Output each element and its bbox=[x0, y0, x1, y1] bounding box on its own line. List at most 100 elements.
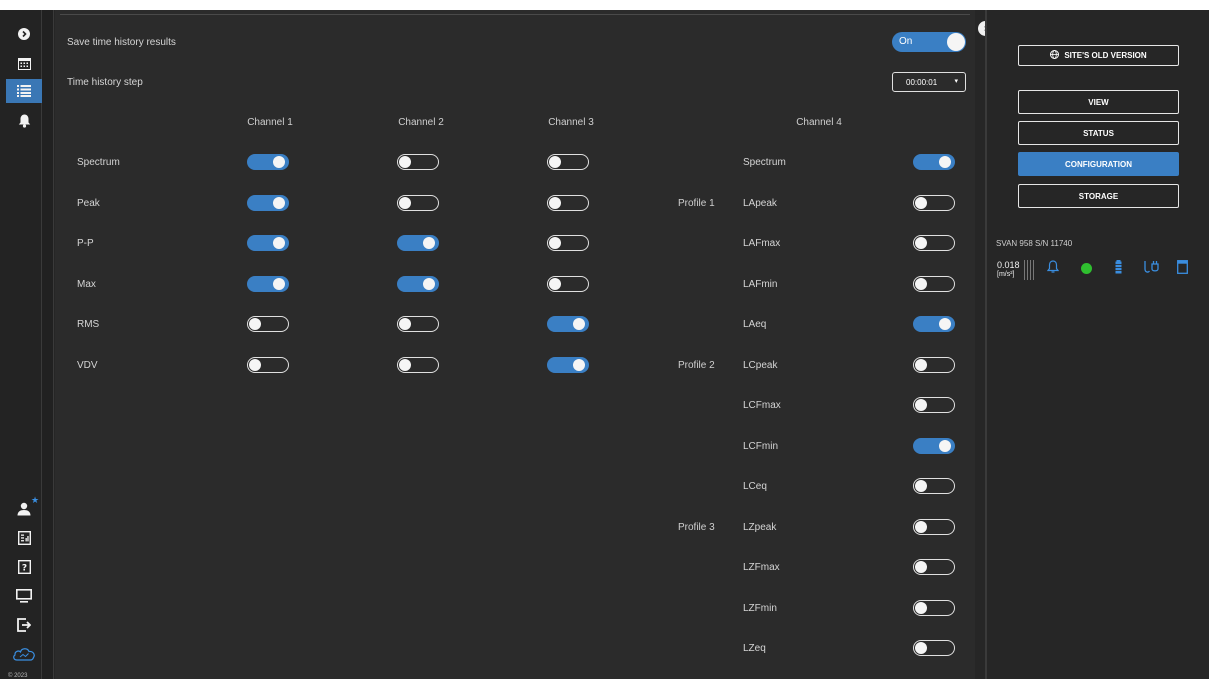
globe-icon bbox=[1050, 50, 1060, 61]
toggle-vdv-channel-2[interactable] bbox=[397, 356, 439, 373]
toggle-rms-channel-1[interactable] bbox=[247, 316, 289, 332]
row-label-p-p: P-P bbox=[77, 238, 94, 249]
history-step-value: 00:00:01 bbox=[906, 78, 938, 87]
nav-view-button[interactable]: VIEW bbox=[1018, 90, 1179, 114]
device-name: SVAN 958 S/N 11740 bbox=[996, 239, 1073, 248]
toggle-rms-channel-2[interactable] bbox=[397, 316, 439, 332]
toggle-peak-channel-2[interactable] bbox=[397, 194, 439, 211]
top-divider bbox=[60, 14, 970, 15]
channel-4-label-lceq: LCeq bbox=[743, 481, 767, 492]
channel-4-label-spectrum: Spectrum bbox=[743, 157, 786, 168]
toggle-max-channel-1[interactable] bbox=[247, 275, 289, 292]
copyright-text: © 2023 bbox=[8, 673, 28, 679]
channel-4-label-lzfmin: LZFmin bbox=[743, 602, 777, 614]
old-version-label: SITE'S OLD VERSION bbox=[1064, 51, 1147, 60]
old-version-button[interactable]: SITE'S OLD VERSION bbox=[1018, 45, 1179, 66]
history-step-label: Time history step bbox=[67, 77, 143, 88]
toggle-spectrum-channel-3[interactable] bbox=[547, 154, 589, 170]
toggle-channel-4-lafmin[interactable] bbox=[913, 275, 955, 292]
calendar-icon[interactable] bbox=[6, 51, 42, 75]
channel-4-label-lafmin: LAFmin bbox=[743, 278, 778, 290]
toggle-channel-4-lcfmin[interactable] bbox=[913, 437, 955, 454]
report-icon[interactable] bbox=[6, 526, 42, 550]
battery-icon bbox=[1115, 260, 1122, 279]
toggle-channel-4-lzeq[interactable] bbox=[913, 640, 955, 656]
help-icon[interactable]: ? bbox=[6, 555, 42, 579]
save-history-label: Save time history results bbox=[67, 37, 176, 48]
toggle-channel-4-lzpeak[interactable] bbox=[913, 518, 955, 535]
reading-unit: [m/s²] bbox=[997, 271, 1015, 278]
row-label-rms: RMS bbox=[77, 319, 100, 330]
save-history-value: On bbox=[899, 36, 913, 47]
toggle-vdv-channel-1[interactable] bbox=[247, 356, 289, 373]
star-icon: ★ bbox=[31, 495, 40, 505]
toggle-p-p-channel-3[interactable] bbox=[547, 235, 589, 251]
nav-storage-button[interactable]: STORAGE bbox=[1018, 184, 1179, 208]
column-header-channel-3: Channel 3 bbox=[548, 117, 594, 128]
row-label-peak: Peak bbox=[77, 197, 100, 209]
toggle-channel-4-lzfmax[interactable] bbox=[913, 559, 955, 575]
channel-4-label-lapeak: LApeak bbox=[743, 197, 777, 209]
config-panel: Save time history results On Time histor… bbox=[55, 10, 975, 679]
toggle-channel-4-lcpeak[interactable] bbox=[913, 356, 955, 373]
toggle-max-channel-3[interactable] bbox=[547, 275, 589, 292]
channel-4-label-laeq: LAeq bbox=[743, 319, 767, 330]
channel-4-label-lcpeak: LCpeak bbox=[743, 359, 778, 371]
profile-label-3: Profile 3 bbox=[678, 521, 715, 533]
channel-4-label-lzeq: LZeq bbox=[743, 643, 766, 654]
toggle-knob bbox=[947, 33, 965, 51]
toggle-channel-4-lcfmax[interactable] bbox=[913, 397, 955, 413]
measurement-reading: 0.018 [m/s²] bbox=[997, 261, 1020, 279]
column-header-channel-1: Channel 1 bbox=[247, 117, 293, 128]
power-plug-icon bbox=[1144, 260, 1160, 279]
column-header-channel-2: Channel 2 bbox=[398, 117, 444, 128]
monitor-icon[interactable] bbox=[6, 584, 42, 608]
sd-card-icon bbox=[1177, 260, 1188, 279]
toggle-channel-4-spectrum[interactable] bbox=[913, 154, 955, 170]
nav-configuration-button[interactable]: CONFIGURATION bbox=[1018, 152, 1179, 176]
expand-sidebar-icon[interactable] bbox=[6, 22, 42, 46]
caret-down-icon: ▾ bbox=[954, 78, 958, 85]
row-label-spectrum: Spectrum bbox=[77, 157, 120, 168]
list-icon[interactable] bbox=[6, 79, 42, 103]
toggle-channel-4-lzfmin[interactable] bbox=[913, 599, 955, 616]
left-sidebar: ★ ? © 2023 bbox=[0, 10, 42, 679]
cloud-icon[interactable] bbox=[6, 642, 42, 666]
channel-4-label-lafmax: LAFmax bbox=[743, 238, 781, 249]
channel-4-label-lzfmax: LZFmax bbox=[743, 562, 780, 573]
toggle-spectrum-channel-1[interactable] bbox=[247, 154, 289, 170]
sidebar-gutter bbox=[42, 10, 54, 679]
logout-icon[interactable] bbox=[6, 613, 42, 637]
reading-value: 0.018 bbox=[997, 260, 1020, 270]
toggle-rms-channel-3[interactable] bbox=[547, 316, 589, 332]
toggle-p-p-channel-1[interactable] bbox=[247, 235, 289, 251]
toggle-channel-4-lapeak[interactable] bbox=[913, 194, 955, 211]
row-label-vdv: VDV bbox=[77, 359, 98, 371]
profile-label-1: Profile 1 bbox=[678, 197, 715, 209]
channel-4-label-lzpeak: LZpeak bbox=[743, 521, 777, 533]
right-panel: SITE'S OLD VERSION VIEW STATUS CONFIGURA… bbox=[987, 10, 1209, 679]
bell-icon[interactable] bbox=[6, 109, 42, 133]
toggle-p-p-channel-2[interactable] bbox=[397, 235, 439, 251]
channel-4-label-lcfmax: LCFmax bbox=[743, 400, 781, 411]
channel-4-label-lcfmin: LCFmin bbox=[743, 440, 779, 452]
history-step-select[interactable]: 00:00:01 ▾ bbox=[892, 72, 966, 92]
level-bars-icon bbox=[1024, 260, 1034, 280]
toggle-peak-channel-1[interactable] bbox=[247, 194, 289, 211]
bell-outline-icon[interactable] bbox=[1046, 260, 1060, 279]
app-window: ★ ? © 2023 Save time history results On … bbox=[0, 10, 1209, 679]
toggle-channel-4-lceq[interactable] bbox=[913, 478, 955, 494]
toggle-spectrum-channel-2[interactable] bbox=[397, 154, 439, 170]
row-label-max: Max bbox=[77, 278, 96, 290]
column-header-channel-4: Channel 4 bbox=[796, 117, 842, 128]
toggle-peak-channel-3[interactable] bbox=[547, 194, 589, 211]
profile-label-2: Profile 2 bbox=[678, 359, 715, 371]
toggle-max-channel-2[interactable] bbox=[397, 275, 439, 292]
status-dot-icon bbox=[1081, 263, 1092, 274]
toggle-channel-4-laeq[interactable] bbox=[913, 316, 955, 332]
nav-status-button[interactable]: STATUS bbox=[1018, 121, 1179, 145]
toggle-vdv-channel-3[interactable] bbox=[547, 356, 589, 373]
svg-text:?: ? bbox=[21, 564, 26, 574]
toggle-channel-4-lafmax[interactable] bbox=[913, 235, 955, 251]
save-history-toggle[interactable]: On bbox=[892, 32, 966, 52]
